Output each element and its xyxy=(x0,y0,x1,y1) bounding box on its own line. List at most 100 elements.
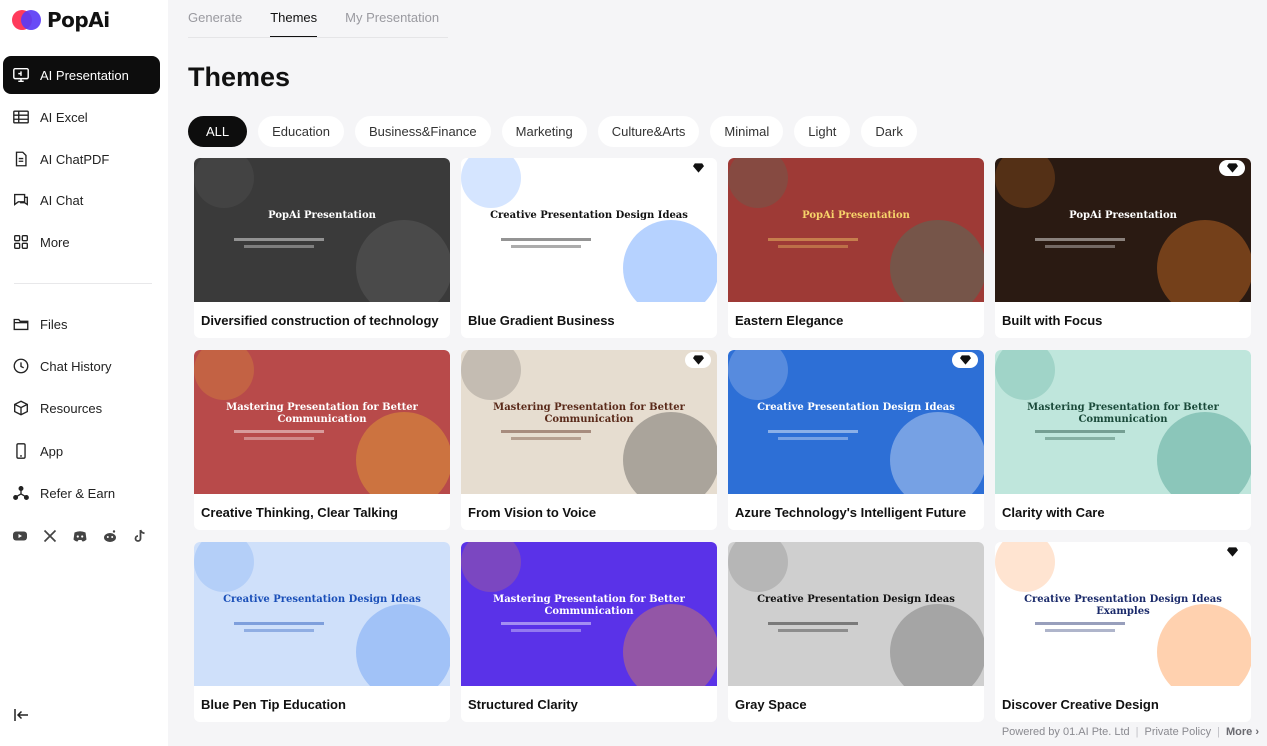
sidebar-divider xyxy=(14,283,152,284)
sidebar-item-ai-excel[interactable]: AI Excel xyxy=(3,98,160,136)
powered-by-text: Powered by 01.AI Pte. Ltd xyxy=(1001,726,1130,738)
theme-card-title: Diversified construction of technology xyxy=(201,312,439,328)
tab-themes[interactable]: Themes xyxy=(270,0,317,38)
private-policy-link[interactable]: Private Policy xyxy=(1144,726,1211,738)
theme-thumbnail-heading: Creative Presentation Design Ideas xyxy=(757,402,955,413)
theme-card[interactable]: Creative Presentation Design Ideas Azure … xyxy=(728,350,984,530)
sidebar-item-resources[interactable]: Resources xyxy=(3,389,160,427)
theme-card[interactable]: Mastering Presentation for Better Commun… xyxy=(461,542,717,722)
theme-card[interactable]: Mastering Presentation for Better Commun… xyxy=(194,350,450,530)
x-icon[interactable] xyxy=(40,526,60,546)
footer: Powered by 01.AI Pte. Ltd | Private Poli… xyxy=(1002,726,1259,738)
sidebar-item-ai-chatpdf[interactable]: AI ChatPDF xyxy=(3,140,160,178)
premium-badge xyxy=(1219,544,1245,560)
filter-education[interactable]: Education xyxy=(258,116,344,147)
theme-thumbnail-heading: Creative Presentation Design Ideas xyxy=(490,210,688,221)
theme-thumbnail-heading: Mastering Presentation for Better Commun… xyxy=(493,594,685,617)
diamond-icon xyxy=(692,355,704,365)
theme-card-title: Eastern Elegance xyxy=(735,312,844,328)
filter-business-finance[interactable]: Business&Finance xyxy=(354,116,491,147)
more-link-label: More xyxy=(1225,726,1253,738)
tabs-underline xyxy=(188,37,448,38)
theme-card[interactable]: PopAi Presentation Eastern Elegance xyxy=(728,158,984,338)
theme-thumbnail: Creative Presentation Design Ideas xyxy=(728,542,984,686)
footer-separator: | xyxy=(1135,726,1139,738)
sidebar-item-label: Resources xyxy=(40,400,103,416)
sidebar-item-label: Files xyxy=(40,316,68,332)
sidebar-item-label: App xyxy=(40,443,64,459)
cube-icon xyxy=(14,400,28,416)
theme-card[interactable]: PopAi Presentation Built with Focus xyxy=(995,158,1251,338)
premium-badge xyxy=(685,160,711,176)
theme-card[interactable]: PopAi Presentation Diversified constructi… xyxy=(194,158,450,338)
category-filters: ALL Education Business&Finance Marketing… xyxy=(188,116,917,147)
tiktok-icon[interactable] xyxy=(130,526,150,546)
diamond-icon xyxy=(1226,547,1238,557)
theme-thumbnail-heading: Mastering Presentation for Better Commun… xyxy=(493,402,685,425)
theme-thumbnail: PopAi Presentation xyxy=(995,158,1251,302)
sidebar-item-app[interactable]: App xyxy=(3,432,160,470)
sidebar-item-ai-chat[interactable]: AI Chat xyxy=(3,181,160,219)
collapse-sidebar-icon[interactable] xyxy=(12,705,32,725)
theme-card[interactable]: Mastering Presentation for Better Commun… xyxy=(995,350,1251,530)
popai-logo[interactable]: PopAi xyxy=(12,8,110,32)
sidebar-item-chat-history[interactable]: Chat History xyxy=(3,347,160,385)
theme-thumbnail-heading: PopAi Presentation xyxy=(802,210,910,221)
reddit-icon[interactable] xyxy=(100,526,120,546)
sidebar: PopAi AI Presentation AI Excel AI ChatPD… xyxy=(0,0,168,746)
theme-card-title: Blue Pen Tip Education xyxy=(201,696,346,712)
theme-card-title: From Vision to Voice xyxy=(468,504,597,520)
page-title: Themes xyxy=(188,62,291,92)
diamond-icon xyxy=(1226,163,1238,173)
theme-thumbnail: Mastering Presentation for Better Commun… xyxy=(461,350,717,494)
filter-all[interactable]: ALL xyxy=(188,116,248,147)
theme-thumbnail: Mastering Presentation for Better Commun… xyxy=(995,350,1251,494)
theme-card-title: Blue Gradient Business xyxy=(468,312,615,328)
tab-my-presentation[interactable]: My Presentation xyxy=(345,0,439,38)
filter-light[interactable]: Light xyxy=(794,116,851,147)
theme-thumbnail: Creative Presentation Design Ideas xyxy=(194,542,450,686)
theme-card-title: Clarity with Care xyxy=(1002,504,1105,520)
theme-card-title: Azure Technology's Intelligent Future xyxy=(735,504,967,520)
sidebar-item-refer-earn[interactable]: Refer & Earn xyxy=(3,474,160,512)
premium-badge xyxy=(1219,160,1245,176)
clock-icon xyxy=(13,358,29,374)
theme-thumbnail: Creative Presentation Design Ideas xyxy=(461,158,717,302)
tab-generate[interactable]: Generate xyxy=(188,0,242,38)
theme-card-title: Built with Focus xyxy=(1002,312,1103,328)
theme-card[interactable]: Creative Presentation Design Ideas Blue P… xyxy=(194,542,450,722)
filter-marketing[interactable]: Marketing xyxy=(501,116,587,147)
filter-culture-arts[interactable]: Culture&Arts xyxy=(597,116,700,147)
theme-thumbnail: Creative Presentation Design Ideas xyxy=(728,350,984,494)
sidebar-item-label: AI Presentation xyxy=(40,67,129,83)
share-icon xyxy=(13,486,29,500)
theme-thumbnail-heading: PopAi Presentation xyxy=(1069,210,1177,221)
discord-icon[interactable] xyxy=(70,526,90,546)
theme-thumbnail-heading: PopAi Presentation xyxy=(268,210,376,221)
sidebar-item-label: Chat History xyxy=(40,358,112,374)
sidebar-item-label: AI Excel xyxy=(40,109,88,125)
top-tabs: Generate Themes My Presentation xyxy=(188,0,439,38)
sidebar-item-more[interactable]: More xyxy=(3,223,160,261)
theme-card-title: Creative Thinking, Clear Talking xyxy=(201,504,398,520)
theme-card[interactable]: Creative Presentation Design Ideas Blue G… xyxy=(461,158,717,338)
presentation-icon xyxy=(13,67,29,83)
filter-minimal[interactable]: Minimal xyxy=(710,116,784,147)
table-icon xyxy=(13,110,29,124)
filter-dark[interactable]: Dark xyxy=(861,116,917,147)
theme-card-title: Discover Creative Design xyxy=(1002,696,1159,712)
sidebar-item-ai-presentation[interactable]: AI Presentation xyxy=(3,56,160,94)
more-link[interactable]: More › xyxy=(1226,726,1259,738)
youtube-icon[interactable] xyxy=(10,526,30,546)
grid-icon xyxy=(14,235,28,249)
theme-thumbnail: Creative Presentation Design Ideas Examp… xyxy=(995,542,1251,686)
theme-card[interactable]: Creative Presentation Design Ideas Gray S… xyxy=(728,542,984,722)
sidebar-item-files[interactable]: Files xyxy=(3,305,160,343)
chat-icon xyxy=(14,193,28,206)
theme-card-title: Structured Clarity xyxy=(468,696,578,712)
theme-card[interactable]: Mastering Presentation for Better Commun… xyxy=(461,350,717,530)
theme-thumbnail: PopAi Presentation xyxy=(728,158,984,302)
theme-thumbnail: Mastering Presentation for Better Commun… xyxy=(194,350,450,494)
sidebar-item-label: More xyxy=(40,234,70,250)
theme-card[interactable]: Creative Presentation Design Ideas Examp… xyxy=(995,542,1251,722)
